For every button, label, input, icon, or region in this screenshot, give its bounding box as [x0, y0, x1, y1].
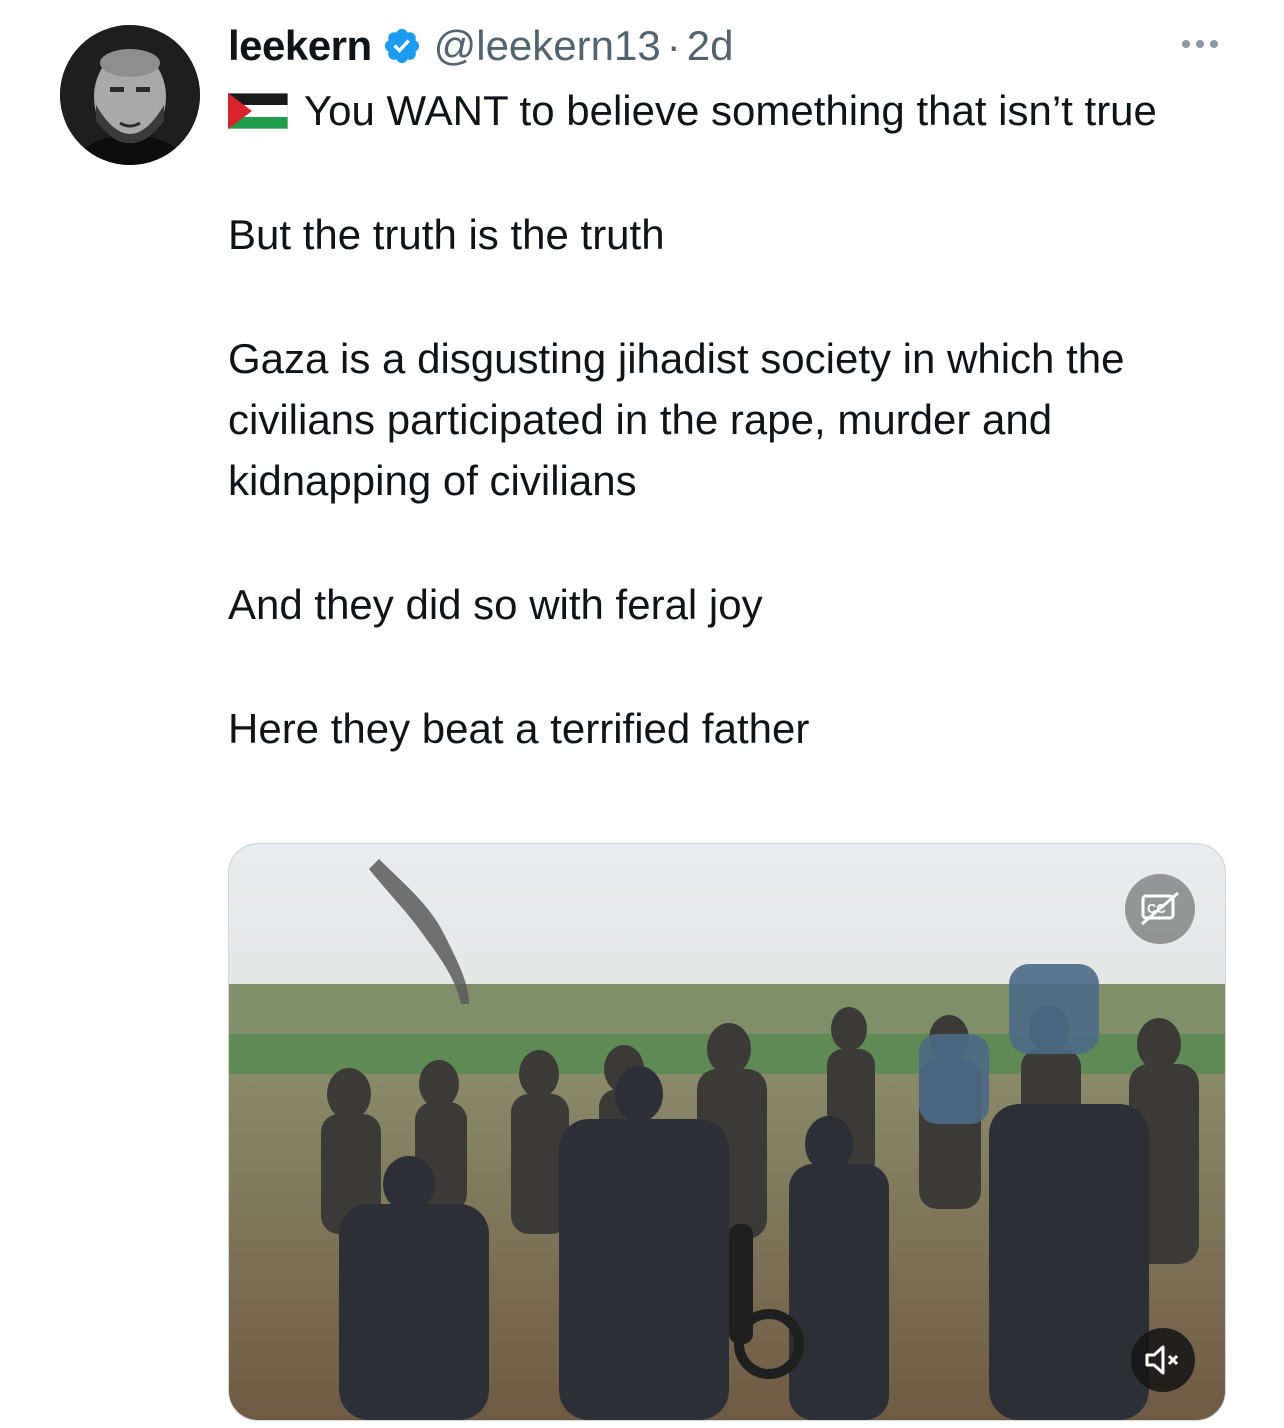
palestine-flag-icon	[227, 84, 289, 130]
svg-text:CC: CC	[1147, 901, 1166, 916]
mute-button[interactable]	[1131, 1328, 1195, 1392]
tweet-paragraph: But the truth is the truth	[228, 211, 665, 258]
avatar[interactable]	[60, 25, 200, 165]
avatar-photo	[60, 25, 200, 165]
video-player[interactable]: CC	[228, 843, 1226, 1421]
tweet-paragraph-text: You WANT to believe something that isn’t…	[304, 87, 1157, 134]
verified-badge-icon[interactable]	[382, 26, 422, 66]
tweet-paragraph: You WANT to believe something that isn’t…	[227, 80, 1238, 141]
more-options-button[interactable]	[1172, 28, 1228, 60]
more-dot-icon	[1210, 40, 1218, 48]
author-display-name[interactable]: leekern	[228, 22, 372, 70]
more-dot-icon	[1196, 40, 1204, 48]
video-frame	[229, 844, 1225, 1420]
closed-captions-button[interactable]: CC	[1125, 874, 1195, 944]
author-handle[interactable]: @leekern13	[434, 22, 661, 70]
tweet-paragraph: Here they beat a terrified father	[228, 705, 810, 752]
speaker-muted-icon	[1145, 1345, 1179, 1375]
tweet-timestamp[interactable]: 2d	[687, 22, 734, 70]
closed-captions-icon: CC	[1141, 891, 1179, 926]
more-dot-icon	[1182, 40, 1190, 48]
tweet-paragraph: And they did so with feral joy	[228, 581, 763, 628]
tweet-text: You WANT to believe something that isn’t…	[227, 80, 1238, 759]
tweet-paragraph: Gaza is a disgusting jihadist society in…	[228, 335, 1125, 504]
tweet-header: leekern @leekern13 · 2d	[228, 18, 733, 74]
separator-dot: ·	[666, 22, 681, 69]
